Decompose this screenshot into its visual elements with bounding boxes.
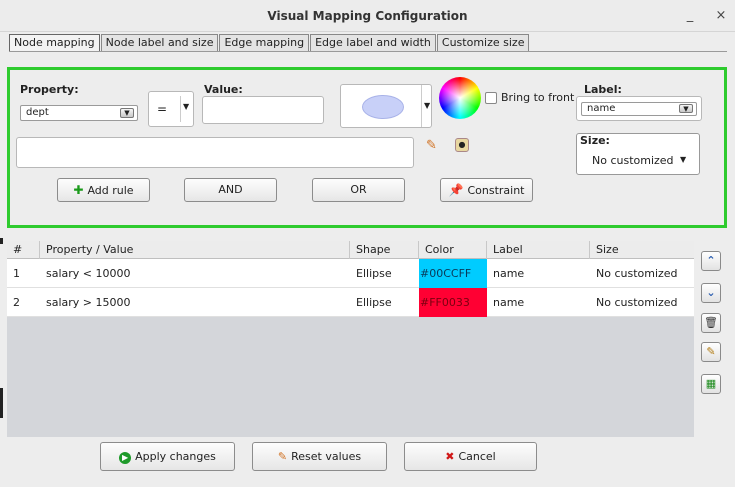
- dropdown-arrow-icon: ▼: [120, 108, 134, 118]
- tab-strip: Node mapping Node label and size Edge ma…: [9, 34, 530, 52]
- constraint-button[interactable]: 📌 Constraint: [440, 178, 533, 202]
- edit-icon: ✎: [706, 345, 716, 358]
- operator-select[interactable]: = ▼: [148, 91, 194, 127]
- row-color: #FF0033: [419, 288, 487, 317]
- size-label: Size:: [580, 134, 610, 147]
- row-color: #00CCFF: [419, 259, 487, 288]
- property-label: Property:: [20, 83, 79, 96]
- and-button[interactable]: AND: [184, 178, 277, 202]
- label-select-inner: name ▼: [581, 102, 697, 116]
- edge-artifact: [0, 238, 3, 244]
- cancel-button[interactable]: ✖ Cancel: [404, 442, 537, 471]
- ellipse-shape-preview: [362, 95, 404, 119]
- apply-changes-button[interactable]: ▶ Apply changes: [100, 442, 235, 471]
- row-label: name: [493, 296, 525, 309]
- pin-icon: 📌: [448, 183, 464, 197]
- eraser-icon: ✎: [277, 450, 288, 463]
- property-select-value: dept: [26, 107, 49, 118]
- chevron-down-icon: ▼: [183, 102, 190, 111]
- reset-values-button[interactable]: ✎ Reset values: [252, 442, 387, 471]
- row-shape: Ellipse: [356, 267, 392, 280]
- close-icon: ✖: [445, 450, 455, 463]
- row-index: 1: [13, 267, 20, 280]
- bring-to-front-checkbox[interactable]: [485, 92, 497, 104]
- row-size: No customized: [596, 296, 678, 309]
- tab-edge-mapping[interactable]: Edge mapping: [219, 34, 310, 52]
- dropdown-arrow-icon: ▼: [679, 104, 693, 113]
- label-select-value: name: [587, 103, 616, 114]
- col-header-size[interactable]: Size: [590, 241, 694, 259]
- col-header-index[interactable]: #: [7, 241, 40, 259]
- row-shape: Ellipse: [356, 296, 392, 309]
- row-index: 2: [13, 296, 20, 309]
- apply-label: Apply changes: [135, 450, 216, 463]
- value-label: Value:: [204, 83, 243, 96]
- delete-button[interactable]: 🗑: [701, 313, 721, 333]
- label-label: Label:: [584, 83, 622, 96]
- bring-to-front-label: Bring to front: [501, 91, 575, 104]
- row-property: salary > 15000: [46, 296, 131, 309]
- window-title: Visual Mapping Configuration: [267, 9, 468, 23]
- row-size: No customized: [596, 267, 678, 280]
- tab-customize-size[interactable]: Customize size: [436, 34, 530, 52]
- cancel-label: Cancel: [458, 450, 496, 463]
- row-property: salary < 10000: [46, 267, 131, 280]
- tab-node-mapping[interactable]: Node mapping: [9, 34, 100, 52]
- operator-divider: [180, 96, 181, 122]
- property-select[interactable]: dept ▼: [20, 105, 138, 121]
- edit-button[interactable]: ✎: [701, 342, 721, 362]
- shape-divider: [421, 85, 422, 127]
- plus-icon: ✚: [73, 183, 84, 197]
- check-circle-icon: ▶: [119, 452, 132, 464]
- col-header-color[interactable]: Color: [419, 241, 487, 259]
- add-rule-label: Add rule: [87, 184, 134, 197]
- shape-select[interactable]: ▼: [340, 84, 432, 128]
- eraser-icon[interactable]: ✎: [426, 138, 437, 153]
- size-select-value: No customized: [592, 154, 674, 167]
- col-header-shape[interactable]: Shape: [350, 241, 419, 259]
- color-wheel-icon[interactable]: [439, 77, 481, 119]
- minimize-button[interactable]: _: [680, 6, 700, 26]
- move-up-button[interactable]: ⌃: [701, 251, 721, 271]
- col-header-property[interactable]: Property / Value: [40, 241, 350, 259]
- value-input[interactable]: [202, 96, 324, 124]
- edge-artifact: [0, 388, 3, 418]
- spreadsheet-icon: ▦: [705, 377, 717, 390]
- chevron-down-icon: ▼: [424, 101, 431, 110]
- size-select[interactable]: Size: No customized ▼: [576, 133, 700, 175]
- trash-icon: 🗑: [704, 316, 718, 329]
- tab-edge-label-and-width[interactable]: Edge label and width: [310, 34, 436, 52]
- or-button[interactable]: OR: [312, 178, 405, 202]
- move-down-icon: ⌄: [706, 286, 716, 299]
- operator-value: =: [157, 102, 168, 116]
- dictionary-icon[interactable]: ●: [455, 138, 469, 152]
- rule-expression-field[interactable]: [16, 137, 414, 168]
- row-label: name: [493, 267, 525, 280]
- constraint-label: Constraint: [467, 184, 525, 197]
- reset-label: Reset values: [291, 450, 362, 463]
- export-button[interactable]: ▦: [701, 374, 721, 394]
- tab-divider: [9, 51, 727, 52]
- tab-node-label-and-size[interactable]: Node label and size: [100, 34, 219, 52]
- add-rule-button[interactable]: ✚ Add rule: [57, 178, 150, 202]
- move-up-icon: ⌃: [706, 254, 716, 267]
- move-down-button[interactable]: ⌄: [701, 283, 721, 303]
- close-button[interactable]: ×: [711, 6, 731, 26]
- col-header-label[interactable]: Label: [487, 241, 590, 259]
- chevron-down-icon: ▼: [680, 155, 687, 164]
- label-select[interactable]: name ▼: [576, 96, 702, 121]
